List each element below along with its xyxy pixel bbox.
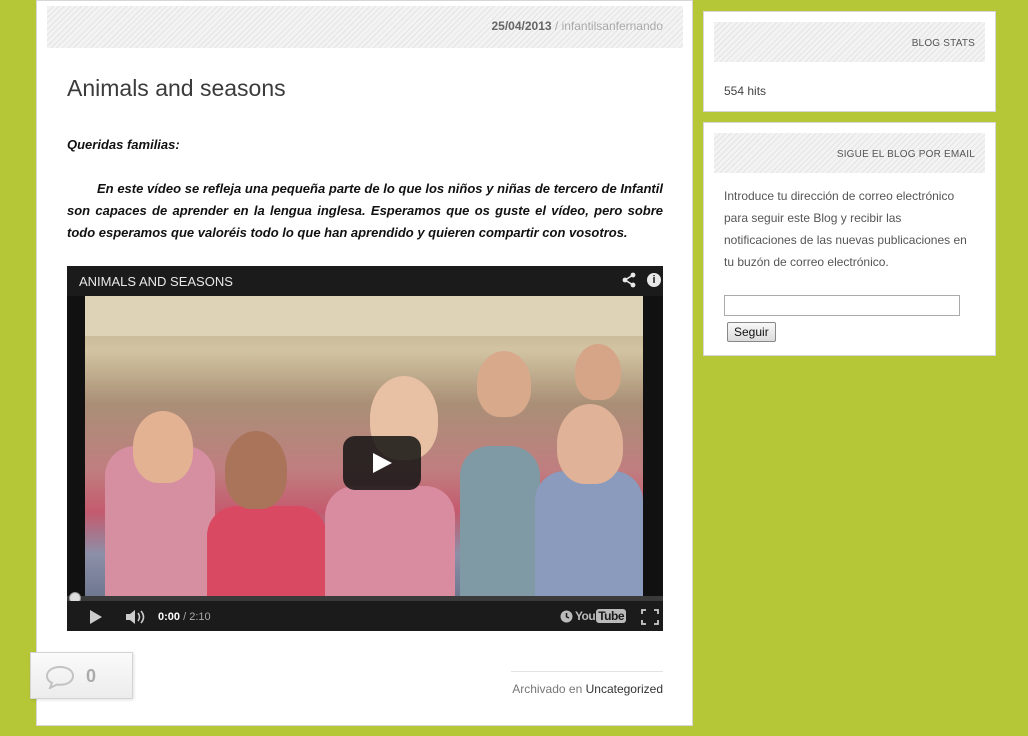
play-icon[interactable] (89, 610, 103, 627)
email-subscribe-description: Introduce tu dirección de correo electró… (724, 189, 967, 269)
meta-separator: / (551, 19, 562, 33)
fullscreen-icon[interactable] (641, 609, 659, 628)
filed-category-link[interactable]: Uncategorized (586, 682, 663, 696)
filed-prefix: Archivado en (512, 682, 586, 696)
comment-icon (45, 665, 75, 694)
share-icon[interactable] (621, 272, 637, 291)
comment-count: 0 (86, 666, 97, 686)
youtube-logo[interactable]: You Tube (575, 609, 626, 623)
thumbnail-figure (575, 344, 621, 400)
post-date[interactable]: 25/04/2013 (492, 19, 552, 33)
post-author[interactable]: infantilsanfernando (562, 19, 663, 33)
post-title[interactable]: Animals and seasons (67, 75, 286, 102)
thumbnail-figure (557, 404, 623, 484)
time-separator: / (180, 611, 190, 623)
video-time: 0:00 / 2:10 (158, 611, 211, 623)
thumbnail-figure (133, 411, 193, 483)
email-subscribe-heading: SIGUE EL BLOG POR EMAIL (714, 133, 985, 173)
thumbnail-wall (85, 296, 643, 336)
post-paragraph: En este vídeo se refleja una pequeña par… (67, 181, 663, 240)
seguir-button[interactable]: Seguir (727, 322, 776, 342)
filed-under: Archivado en Uncategorized (511, 671, 663, 696)
post-panel: 25/04/2013 / infantilsanfernando Animals… (36, 0, 693, 726)
post-meta-bar: 25/04/2013 / infantilsanfernando (47, 6, 683, 48)
thumbnail-figure (535, 471, 643, 596)
video-controls: 0:00 / 2:10 You Tube (67, 601, 663, 631)
thumbnail-figure (225, 431, 287, 509)
video-thumbnail[interactable] (85, 296, 643, 596)
video-title[interactable]: ANIMALS AND SEASONS (79, 274, 233, 289)
thumbnail-figure (207, 506, 327, 596)
email-input[interactable] (724, 295, 960, 316)
info-icon[interactable]: i (647, 273, 661, 287)
post-greeting: Queridas familias: (67, 137, 180, 152)
thumbnail-figure (325, 486, 455, 596)
email-subscribe-widget: SIGUE EL BLOG POR EMAIL Introduce tu dir… (703, 122, 996, 356)
play-icon (373, 453, 392, 473)
volume-icon[interactable] (125, 609, 147, 628)
video-title-bar: ANIMALS AND SEASONS i (67, 266, 663, 296)
youtube-logo-tube: Tube (596, 609, 626, 623)
youtube-logo-you: You (574, 609, 596, 623)
thumbnail-figure (460, 446, 540, 596)
time-current: 0:00 (158, 611, 181, 623)
blog-stats-heading: BLOG STATS (714, 22, 985, 62)
blog-hits: 554 hits (724, 84, 767, 98)
play-button[interactable] (343, 436, 421, 490)
thumbnail-figure (477, 351, 531, 417)
clock-icon[interactable] (560, 610, 573, 626)
time-duration: 2:10 (189, 611, 211, 623)
comments-bubble[interactable]: 0 (30, 652, 133, 699)
video-player[interactable]: ANIMALS AND SEASONS i 0:00 / 2:10 You Tu… (67, 266, 663, 631)
blog-stats-widget: BLOG STATS 554 hits (703, 11, 996, 112)
